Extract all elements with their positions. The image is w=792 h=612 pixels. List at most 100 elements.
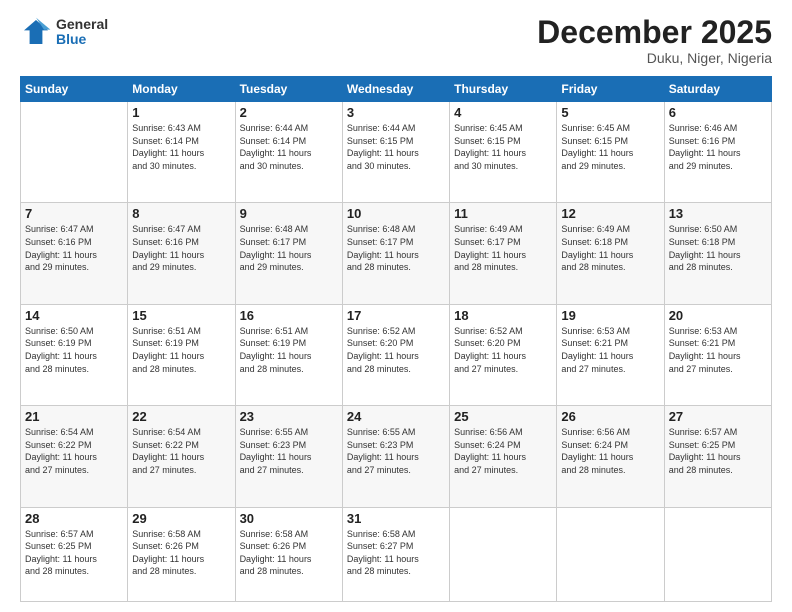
table-row: 14Sunrise: 6:50 AM Sunset: 6:19 PM Dayli… xyxy=(21,304,128,405)
table-row: 10 Sunrise: 6:48 AM Sunset: 6:17 PM Dayli… xyxy=(342,203,449,304)
day-info: Sunrise: 6:58 AM Sunset: 6:26 PM Dayligh… xyxy=(240,528,338,578)
table-row: 2Sunrise: 6:44 AM Sunset: 6:14 PM Daylig… xyxy=(235,102,342,203)
day-number: 24 xyxy=(347,409,445,424)
table-row xyxy=(557,507,664,601)
day-number: 12 xyxy=(561,206,659,221)
table-row: 15 Sunrise: 6:51 AM Sunset: 6:19 PM Dayli… xyxy=(128,304,235,405)
day-number: 14 xyxy=(25,308,123,323)
table-row: 24 Sunrise: 6:55 AM Sunset: 6:23 PM Dayli… xyxy=(342,406,449,507)
day-info: Sunrise: 6:47 AM Sunset: 6:16 PM Dayligh… xyxy=(25,223,123,273)
location: Duku, Niger, Nigeria xyxy=(537,50,772,66)
table-row xyxy=(450,507,557,601)
col-wednesday: Wednesday xyxy=(342,77,449,102)
day-number: 16 xyxy=(240,308,338,323)
day-number: 10 xyxy=(347,206,445,221)
day-info: Sunrise: 6:58 AM Sunset: 6:27 PM Dayligh… xyxy=(347,528,445,578)
day-number: 4 xyxy=(454,105,552,120)
day-info: Sunrise: 6:54 AM Sunset: 6:22 PM Dayligh… xyxy=(25,426,123,476)
day-number: 17 xyxy=(347,308,445,323)
table-row: 26 Sunrise: 6:56 AM Sunset: 6:24 PM Dayli… xyxy=(557,406,664,507)
day-info: Sunrise: 6:45 AM Sunset: 6:15 PM Dayligh… xyxy=(454,122,552,172)
logo: General Blue xyxy=(20,16,108,48)
day-info: Sunrise: 6:48 AM Sunset: 6:17 PM Dayligh… xyxy=(240,223,338,273)
table-row: 9 Sunrise: 6:48 AM Sunset: 6:17 PM Daylig… xyxy=(235,203,342,304)
table-row: 13Sunrise: 6:50 AM Sunset: 6:18 PM Dayli… xyxy=(664,203,771,304)
table-row: 4 Sunrise: 6:45 AM Sunset: 6:15 PM Daylig… xyxy=(450,102,557,203)
day-info: Sunrise: 6:56 AM Sunset: 6:24 PM Dayligh… xyxy=(454,426,552,476)
day-info: Sunrise: 6:56 AM Sunset: 6:24 PM Dayligh… xyxy=(561,426,659,476)
col-thursday: Thursday xyxy=(450,77,557,102)
col-friday: Friday xyxy=(557,77,664,102)
day-number: 5 xyxy=(561,105,659,120)
col-saturday: Saturday xyxy=(664,77,771,102)
day-number: 15 xyxy=(132,308,230,323)
day-number: 11 xyxy=(454,206,552,221)
col-tuesday: Tuesday xyxy=(235,77,342,102)
day-number: 30 xyxy=(240,511,338,526)
day-info: Sunrise: 6:44 AM Sunset: 6:15 PM Dayligh… xyxy=(347,122,445,172)
day-info: Sunrise: 6:58 AM Sunset: 6:26 PM Dayligh… xyxy=(132,528,230,578)
day-number: 3 xyxy=(347,105,445,120)
table-row: 17Sunrise: 6:52 AM Sunset: 6:20 PM Dayli… xyxy=(342,304,449,405)
table-row: 25 Sunrise: 6:56 AM Sunset: 6:24 PM Dayli… xyxy=(450,406,557,507)
table-row: 21 Sunrise: 6:54 AM Sunset: 6:22 PM Dayli… xyxy=(21,406,128,507)
day-number: 8 xyxy=(132,206,230,221)
day-info: Sunrise: 6:49 AM Sunset: 6:18 PM Dayligh… xyxy=(561,223,659,273)
col-sunday: Sunday xyxy=(21,77,128,102)
table-row: 18 Sunrise: 6:52 AM Sunset: 6:20 PM Dayli… xyxy=(450,304,557,405)
calendar-header-row: Sunday Monday Tuesday Wednesday Thursday… xyxy=(21,77,772,102)
day-info: Sunrise: 6:55 AM Sunset: 6:23 PM Dayligh… xyxy=(240,426,338,476)
day-number: 13 xyxy=(669,206,767,221)
day-info: Sunrise: 6:54 AM Sunset: 6:22 PM Dayligh… xyxy=(132,426,230,476)
logo-icon xyxy=(20,16,52,48)
day-info: Sunrise: 6:53 AM Sunset: 6:21 PM Dayligh… xyxy=(561,325,659,375)
day-number: 22 xyxy=(132,409,230,424)
table-row: 5 Sunrise: 6:45 AM Sunset: 6:15 PM Daylig… xyxy=(557,102,664,203)
day-number: 21 xyxy=(25,409,123,424)
day-info: Sunrise: 6:57 AM Sunset: 6:25 PM Dayligh… xyxy=(669,426,767,476)
logo-text: General Blue xyxy=(56,17,108,48)
table-row xyxy=(664,507,771,601)
day-number: 26 xyxy=(561,409,659,424)
day-info: Sunrise: 6:55 AM Sunset: 6:23 PM Dayligh… xyxy=(347,426,445,476)
table-row: 19 Sunrise: 6:53 AM Sunset: 6:21 PM Dayli… xyxy=(557,304,664,405)
table-row: 12 Sunrise: 6:49 AM Sunset: 6:18 PM Dayli… xyxy=(557,203,664,304)
day-number: 18 xyxy=(454,308,552,323)
day-info: Sunrise: 6:45 AM Sunset: 6:15 PM Dayligh… xyxy=(561,122,659,172)
day-number: 27 xyxy=(669,409,767,424)
day-number: 19 xyxy=(561,308,659,323)
table-row: 1 Sunrise: 6:43 AM Sunset: 6:14 PM Daylig… xyxy=(128,102,235,203)
table-row: 16Sunrise: 6:51 AM Sunset: 6:19 PM Dayli… xyxy=(235,304,342,405)
day-number: 6 xyxy=(669,105,767,120)
day-number: 9 xyxy=(240,206,338,221)
table-row: 3 Sunrise: 6:44 AM Sunset: 6:15 PM Daylig… xyxy=(342,102,449,203)
table-row: 30 Sunrise: 6:58 AM Sunset: 6:26 PM Dayli… xyxy=(235,507,342,601)
day-info: Sunrise: 6:52 AM Sunset: 6:20 PM Dayligh… xyxy=(454,325,552,375)
table-row: 20 Sunrise: 6:53 AM Sunset: 6:21 PM Dayli… xyxy=(664,304,771,405)
day-number: 31 xyxy=(347,511,445,526)
table-row: 27 Sunrise: 6:57 AM Sunset: 6:25 PM Dayli… xyxy=(664,406,771,507)
table-row: 8Sunrise: 6:47 AM Sunset: 6:16 PM Daylig… xyxy=(128,203,235,304)
day-number: 1 xyxy=(132,105,230,120)
page: General Blue December 2025 Duku, Niger, … xyxy=(0,0,792,612)
day-number: 20 xyxy=(669,308,767,323)
table-row: 11 Sunrise: 6:49 AM Sunset: 6:17 PM Dayli… xyxy=(450,203,557,304)
day-info: Sunrise: 6:49 AM Sunset: 6:17 PM Dayligh… xyxy=(454,223,552,273)
table-row: 22 Sunrise: 6:54 AM Sunset: 6:22 PM Dayli… xyxy=(128,406,235,507)
day-number: 7 xyxy=(25,206,123,221)
day-number: 29 xyxy=(132,511,230,526)
month-title: December 2025 xyxy=(537,16,772,48)
day-info: Sunrise: 6:48 AM Sunset: 6:17 PM Dayligh… xyxy=(347,223,445,273)
title-area: December 2025 Duku, Niger, Nigeria xyxy=(537,16,772,66)
day-info: Sunrise: 6:43 AM Sunset: 6:14 PM Dayligh… xyxy=(132,122,230,172)
table-row: 31 Sunrise: 6:58 AM Sunset: 6:27 PM Dayli… xyxy=(342,507,449,601)
table-row: 7 Sunrise: 6:47 AM Sunset: 6:16 PM Daylig… xyxy=(21,203,128,304)
day-info: Sunrise: 6:44 AM Sunset: 6:14 PM Dayligh… xyxy=(240,122,338,172)
day-info: Sunrise: 6:51 AM Sunset: 6:19 PM Dayligh… xyxy=(132,325,230,375)
day-info: Sunrise: 6:53 AM Sunset: 6:21 PM Dayligh… xyxy=(669,325,767,375)
day-number: 23 xyxy=(240,409,338,424)
day-number: 25 xyxy=(454,409,552,424)
day-info: Sunrise: 6:46 AM Sunset: 6:16 PM Dayligh… xyxy=(669,122,767,172)
table-row: 28Sunrise: 6:57 AM Sunset: 6:25 PM Dayli… xyxy=(21,507,128,601)
logo-general-text: General xyxy=(56,17,108,32)
